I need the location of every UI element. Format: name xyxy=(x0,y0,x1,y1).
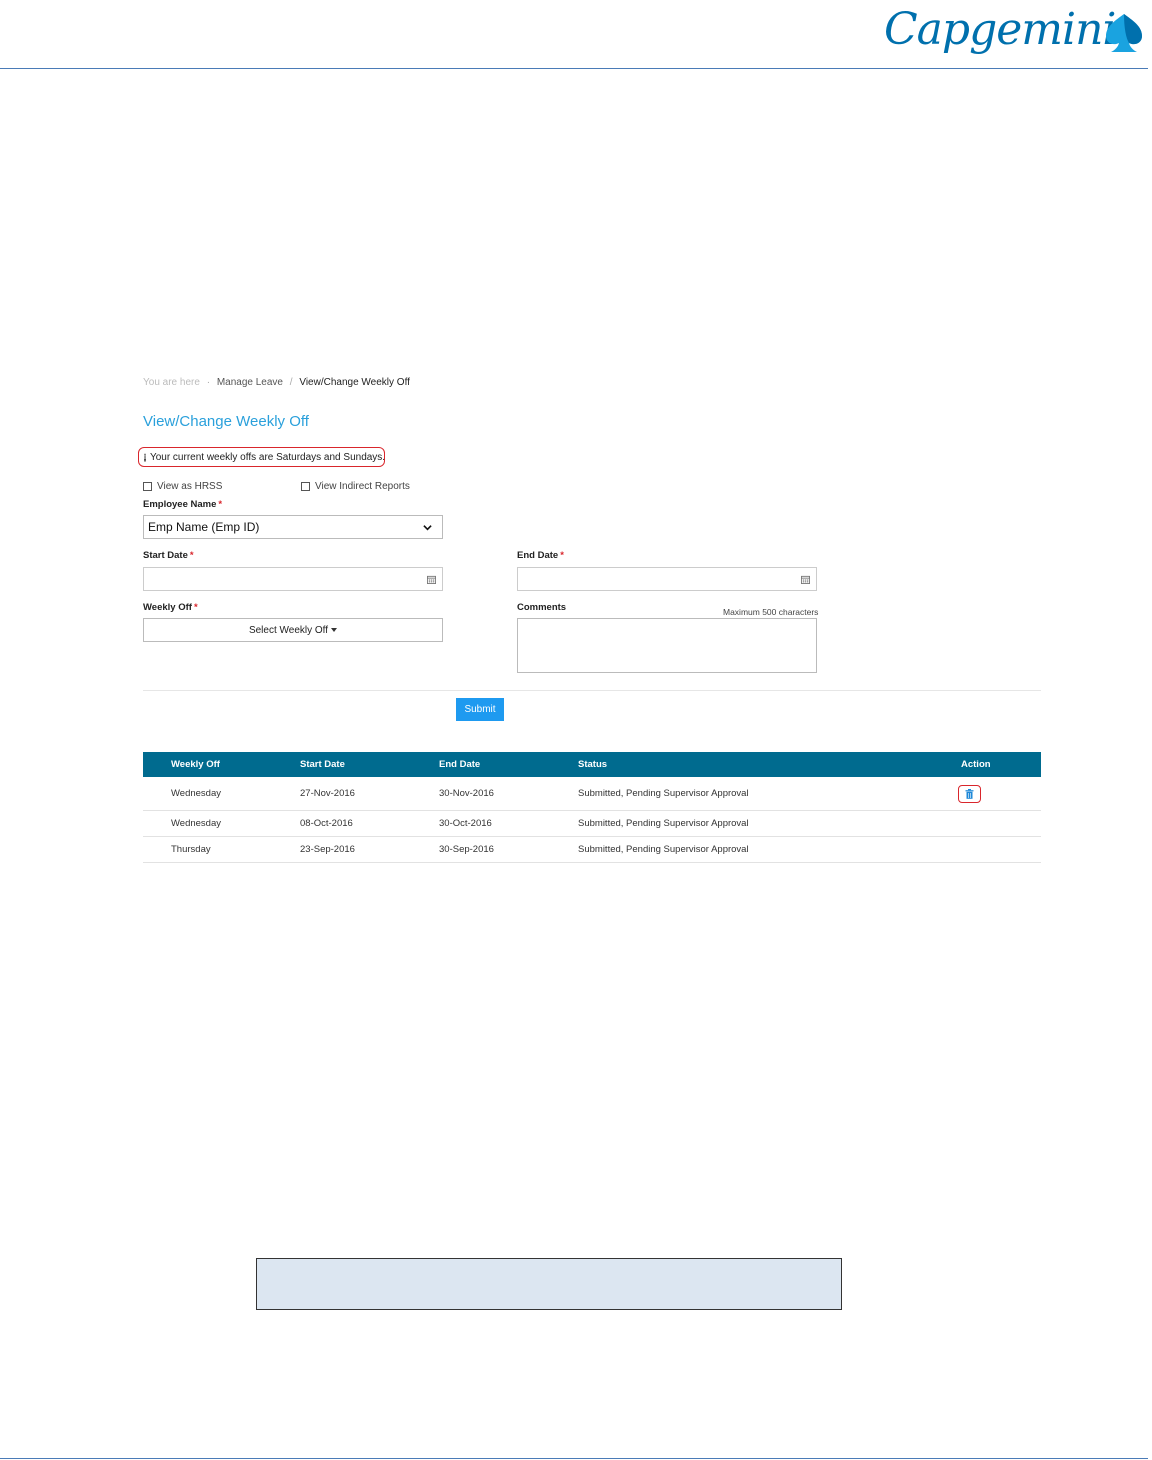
col-action: Action xyxy=(961,759,991,770)
col-start-date: Start Date xyxy=(300,759,345,770)
weekly-off-notice: i Your current weekly offs are Saturdays… xyxy=(138,447,385,467)
caption-box xyxy=(256,1258,842,1310)
required-mark: * xyxy=(218,499,223,510)
view-indirect-reports-checkbox[interactable]: View Indirect Reports xyxy=(301,481,410,492)
table-row: Wednesday 27-Nov-2016 30-Nov-2016 Submit… xyxy=(143,777,1041,811)
notice-text: Your current weekly offs are Saturdays a… xyxy=(149,451,386,463)
cell-end-date: 30-Oct-2016 xyxy=(439,818,492,829)
trash-icon[interactable] xyxy=(965,789,974,799)
cell-start-date: 27-Nov-2016 xyxy=(300,788,355,799)
start-date-label: Start Date * xyxy=(143,550,194,561)
calendar-icon[interactable] xyxy=(801,575,810,584)
table-header: Weekly Off Start Date End Date Status Ac… xyxy=(143,752,1041,777)
view-as-hrss-label: View as HRSS xyxy=(157,481,223,492)
end-date-input[interactable] xyxy=(517,567,817,591)
required-mark: * xyxy=(193,602,198,613)
required-mark: * xyxy=(189,550,194,561)
cell-status: Submitted, Pending Supervisor Approval xyxy=(578,788,749,799)
header-rule xyxy=(0,68,1148,69)
cell-status: Submitted, Pending Supervisor Approval xyxy=(578,818,749,829)
employee-name-value: Emp Name (Emp ID) xyxy=(148,520,260,534)
select-weekly-off-label: Select Weekly Off xyxy=(248,624,329,636)
view-indirect-reports-label: View Indirect Reports xyxy=(315,481,410,492)
spade-icon xyxy=(1106,14,1142,52)
cell-weekly-off: Wednesday xyxy=(171,818,221,829)
submit-button[interactable]: Submit xyxy=(456,698,504,721)
cell-weekly-off: Wednesday xyxy=(171,788,221,799)
checkbox-box[interactable] xyxy=(301,482,310,491)
required-mark: * xyxy=(560,550,564,561)
end-date-label-text: End Date xyxy=(517,550,559,561)
employee-name-label: Employee Name * xyxy=(143,499,222,510)
view-as-hrss-checkbox[interactable]: View as HRSS xyxy=(143,481,222,492)
col-status: Status xyxy=(578,759,608,770)
cell-end-date: 30-Sep-2016 xyxy=(439,844,494,855)
breadcrumb-separator: · xyxy=(206,377,211,388)
breadcrumb-prefix: You are here xyxy=(143,377,200,388)
comments-label: Comments xyxy=(517,602,567,613)
comments-max-hint: Maximum 500 characters xyxy=(723,607,819,617)
cell-start-date: 23-Sep-2016 xyxy=(300,844,355,855)
calendar-icon[interactable] xyxy=(427,575,436,584)
cell-status: Submitted, Pending Supervisor Approval xyxy=(578,844,749,855)
breadcrumb-current: View/Change Weekly Off xyxy=(299,377,410,388)
comments-textarea[interactable] xyxy=(517,618,817,673)
logo-text: Capgemini xyxy=(884,4,1116,55)
caret-down-icon xyxy=(331,628,338,632)
weekly-off-table: Weekly Off Start Date End Date Status Ac… xyxy=(143,752,1041,863)
chevron-down-icon xyxy=(423,525,432,531)
delete-button[interactable] xyxy=(958,785,981,803)
table-row: Wednesday 08-Oct-2016 30-Oct-2016 Submit… xyxy=(143,811,1041,837)
capgemini-logo: Capgemini xyxy=(884,2,1148,64)
breadcrumb-manage-leave[interactable]: Manage Leave xyxy=(217,377,283,388)
breadcrumb: You are here · Manage Leave / View/Chang… xyxy=(143,377,410,388)
start-date-input[interactable] xyxy=(143,567,443,591)
employee-name-label-text: Employee Name xyxy=(143,499,217,510)
breadcrumb-separator: / xyxy=(289,377,293,388)
cell-start-date: 08-Oct-2016 xyxy=(300,818,353,829)
table-row: Thursday 23-Sep-2016 30-Sep-2016 Submitt… xyxy=(143,837,1041,863)
checkbox-box[interactable] xyxy=(143,482,152,491)
info-icon: i xyxy=(144,452,146,462)
weekly-off-label-text: Weekly Off xyxy=(143,602,192,613)
footer-rule xyxy=(0,1458,1148,1459)
form-divider xyxy=(143,690,1041,691)
cell-weekly-off: Thursday xyxy=(171,844,211,855)
col-end-date: End Date xyxy=(439,759,481,770)
select-weekly-off-dropdown[interactable]: Select Weekly Off xyxy=(143,618,443,642)
weekly-off-label: Weekly Off * xyxy=(143,602,198,613)
col-weekly-off: Weekly Off xyxy=(171,759,220,770)
employee-name-select[interactable]: Emp Name (Emp ID) xyxy=(143,515,443,539)
page-title: View/Change Weekly Off xyxy=(143,413,309,430)
start-date-label-text: Start Date xyxy=(143,550,188,561)
cell-end-date: 30-Nov-2016 xyxy=(439,788,494,799)
end-date-label: End Date * xyxy=(517,550,564,561)
